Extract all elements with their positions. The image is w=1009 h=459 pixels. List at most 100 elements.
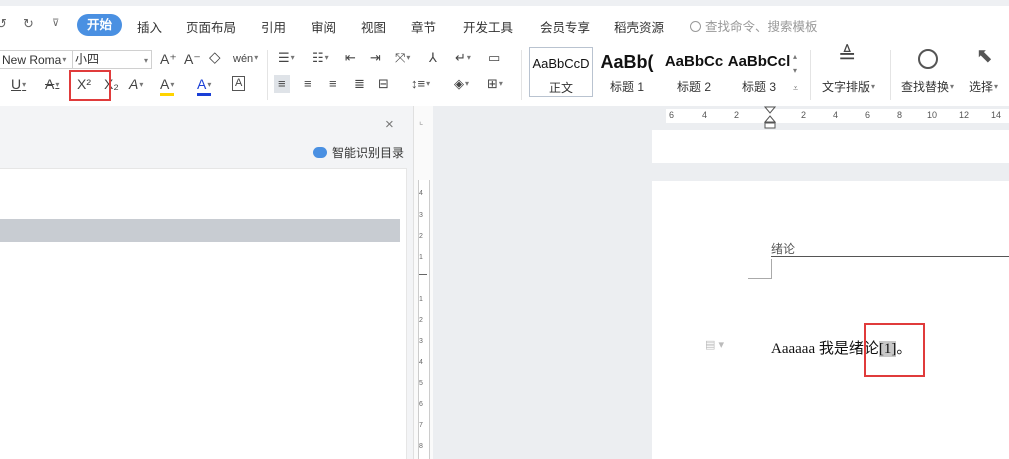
font-name-select[interactable]: New Roma▾ <box>0 50 73 69</box>
style-heading-2[interactable]: AaBbCc 标题 2 <box>661 47 727 97</box>
redo-icon[interactable]: ↻ <box>23 16 34 32</box>
hruler-label: 8 <box>897 110 903 120</box>
tab-stops-button[interactable]: ▭ <box>488 50 500 66</box>
text-layout-icon[interactable]: ≜ <box>838 45 856 67</box>
vruler-label: 1 <box>419 254 423 261</box>
undo-icon[interactable]: ↺ <box>0 16 7 32</box>
style-preview: AaBbCcl <box>727 53 791 70</box>
style-normal[interactable]: AaBbCcD 正文 <box>529 47 593 97</box>
underline-button[interactable]: U▾ <box>11 76 26 93</box>
font-color-button[interactable]: A▾ <box>197 76 212 96</box>
tab-developer[interactable]: 开发工具 <box>463 17 513 36</box>
text-direction-button[interactable]: ⅄ <box>429 50 437 66</box>
justify-icon: ≣ <box>354 76 365 91</box>
tab-docer-resources[interactable]: 稻壳资源 <box>614 17 664 36</box>
chinese-layout-button[interactable]: ⤧▾ <box>395 50 410 66</box>
quick-access-more-icon[interactable]: ⊽ <box>52 18 59 29</box>
tab-references[interactable]: 引用 <box>261 17 286 36</box>
text-layout-button[interactable]: 文字排版▾ <box>822 78 875 95</box>
paragraph-menu-icon[interactable]: ▤ ▾ <box>705 338 724 351</box>
numbered-list-button[interactable]: ☷▾ <box>312 50 329 66</box>
tab-home[interactable]: 开始 <box>77 14 122 36</box>
style-preview: AaBbCc <box>664 53 724 70</box>
tab-member[interactable]: 会员专享 <box>540 17 590 36</box>
strikethrough-button[interactable]: A▾ <box>45 76 59 93</box>
grow-font-button[interactable]: A⁺ <box>160 51 177 67</box>
highlight-button[interactable]: A▾ <box>160 76 175 96</box>
command-search-placeholder: 查找命令、搜索模板 <box>705 20 818 34</box>
vruler-margin-marker[interactable] <box>419 274 427 275</box>
tab-page-layout[interactable]: 页面布局 <box>186 17 236 36</box>
shading-button[interactable]: ◈▾ <box>454 76 469 92</box>
style-heading-3[interactable]: AaBbCcl 标题 3 <box>727 47 791 97</box>
divider <box>810 50 811 100</box>
phonetic-guide-button[interactable]: wén▾ <box>233 50 258 67</box>
align-left-button[interactable]: ≡ <box>274 75 290 93</box>
font-name-value: New Roma <box>2 53 62 67</box>
chevron-down-icon: ▾ <box>143 56 148 65</box>
find-replace-button[interactable]: 查找替换▾ <box>901 78 954 95</box>
clear-format-button[interactable]: ◇ <box>209 50 221 66</box>
title-strip <box>0 0 1009 6</box>
tab-review[interactable]: 审阅 <box>311 17 336 36</box>
chevron-down-icon: ▾ <box>465 79 470 88</box>
divider <box>267 50 268 100</box>
increase-indent-button[interactable]: ⇥ <box>370 50 381 66</box>
cursor-select-icon[interactable]: ⬉ <box>976 46 993 66</box>
chevron-down-icon: ▾ <box>207 80 212 89</box>
chevron-down-icon: ▾ <box>466 53 471 62</box>
show-marks-button[interactable]: ↵▾ <box>455 50 471 66</box>
tab-section[interactable]: 章节 <box>411 17 436 36</box>
hruler-label: 10 <box>927 110 938 120</box>
vruler-label: 1 <box>419 296 423 303</box>
hruler-label: 2 <box>801 110 807 120</box>
style-heading-1[interactable]: AaBb( 标题 1 <box>595 47 659 97</box>
toc-item-selected[interactable] <box>0 219 400 242</box>
page-current: 绪论 <box>652 181 1009 459</box>
font-size-select[interactable]: 小四 ▾ <box>72 50 152 69</box>
text-effect-button[interactable]: A▾ <box>129 76 143 93</box>
annotation-highlight-superscript <box>69 70 111 101</box>
distribute-button[interactable]: ⊟ <box>378 76 389 92</box>
tab-insert[interactable]: 插入 <box>137 17 162 36</box>
chevron-down-icon: ▾ <box>62 55 67 64</box>
indent-marker-icon[interactable] <box>764 106 776 130</box>
underline-label: U <box>11 76 22 92</box>
distribute-icon: ⊟ <box>378 76 389 91</box>
style-expand-icon[interactable]: ⩡ <box>793 80 798 96</box>
hruler-label: 4 <box>833 110 839 120</box>
borders-button[interactable]: ⊞▾ <box>487 76 503 92</box>
shrink-font-button[interactable]: A⁻ <box>184 51 201 67</box>
vruler-label: 2 <box>419 233 423 240</box>
bullet-list-icon: ☰ <box>278 50 290 65</box>
vruler-label: 7 <box>419 422 423 429</box>
chevron-down-icon: ▾ <box>290 53 295 62</box>
select-button[interactable]: 选择▾ <box>969 78 998 95</box>
decrease-indent-button[interactable]: ⇤ <box>345 50 356 66</box>
outdent-icon: ⇤ <box>345 50 356 65</box>
align-right-icon: ≡ <box>329 76 337 91</box>
smart-toc-button[interactable]: 智能识别目录 <box>313 144 404 161</box>
tab-view[interactable]: 视图 <box>361 17 386 36</box>
bullet-list-button[interactable]: ☰▾ <box>278 50 295 66</box>
close-icon[interactable]: × <box>385 116 394 133</box>
style-scroll-down-icon[interactable]: ▾ <box>793 63 797 79</box>
vertical-ruler: ⌞ 4 3 2 1 1 2 3 4 5 6 7 8 <box>413 106 433 459</box>
chevron-down-icon: ▾ <box>994 82 999 91</box>
find-replace-icon[interactable] <box>918 49 938 69</box>
page-previous <box>652 130 1009 163</box>
chevron-down-icon: ▾ <box>254 53 259 62</box>
page-header-text[interactable]: 绪论 <box>771 240 795 257</box>
indent-icon: ⇥ <box>370 50 381 65</box>
justify-button[interactable]: ≣ <box>354 76 365 92</box>
char-border-button[interactable]: A <box>232 76 246 91</box>
chevron-down-icon: ▾ <box>139 80 144 89</box>
line-spacing-button[interactable]: ↕≡▾ <box>411 76 430 92</box>
phonetic-guide-label: wén <box>233 53 254 65</box>
align-right-button[interactable]: ≡ <box>329 76 337 92</box>
chevron-down-icon: ▾ <box>426 79 431 88</box>
navigation-pane: × 智能识别目录 <box>0 106 413 459</box>
align-center-button[interactable]: ≡ <box>304 76 312 92</box>
chevron-down-icon: ▾ <box>950 82 955 91</box>
command-search[interactable]: 查找命令、搜索模板 <box>690 16 818 35</box>
